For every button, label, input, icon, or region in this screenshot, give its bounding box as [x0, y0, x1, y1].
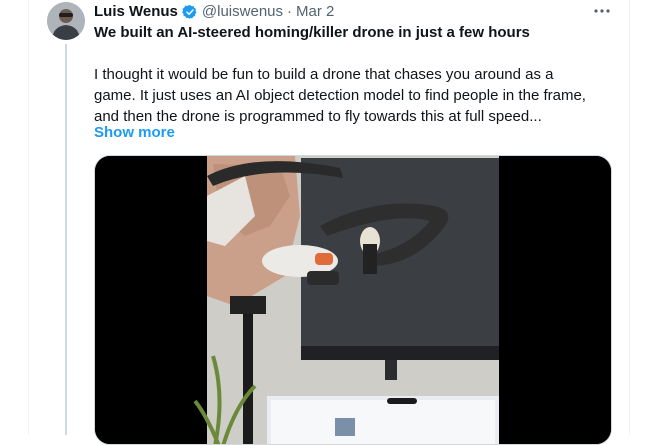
avatar[interactable] — [47, 2, 85, 40]
show-more-link[interactable]: Show more — [94, 124, 175, 142]
timeline-border-left — [28, 0, 29, 435]
avatar-image — [47, 2, 85, 40]
author-name[interactable]: Luis Wenus — [94, 3, 178, 21]
tweet-body-line: game. It just uses an AI object detectio… — [94, 87, 586, 104]
tweet-body: I thought it would be fun to build a dro… — [94, 64, 614, 127]
tweet-body-line: I thought it would be fun to build a dro… — [94, 66, 554, 83]
tweet-title: We built an AI-steered homing/killer dro… — [94, 24, 530, 41]
timeline-border-right — [629, 0, 630, 435]
tweet-media-video[interactable] — [94, 155, 612, 445]
thread-line — [65, 44, 67, 435]
more-options-button[interactable] — [592, 2, 612, 20]
header-separator: · — [287, 3, 292, 20]
more-horizontal-icon — [594, 9, 610, 13]
author-handle[interactable]: @luiswenus — [202, 3, 283, 21]
tweet-header: Luis Wenus @luiswenus · Mar 2 — [94, 3, 334, 21]
verified-badge-icon — [182, 5, 197, 19]
video-frame — [95, 156, 611, 444]
tweet-date[interactable]: Mar 2 — [296, 3, 334, 21]
